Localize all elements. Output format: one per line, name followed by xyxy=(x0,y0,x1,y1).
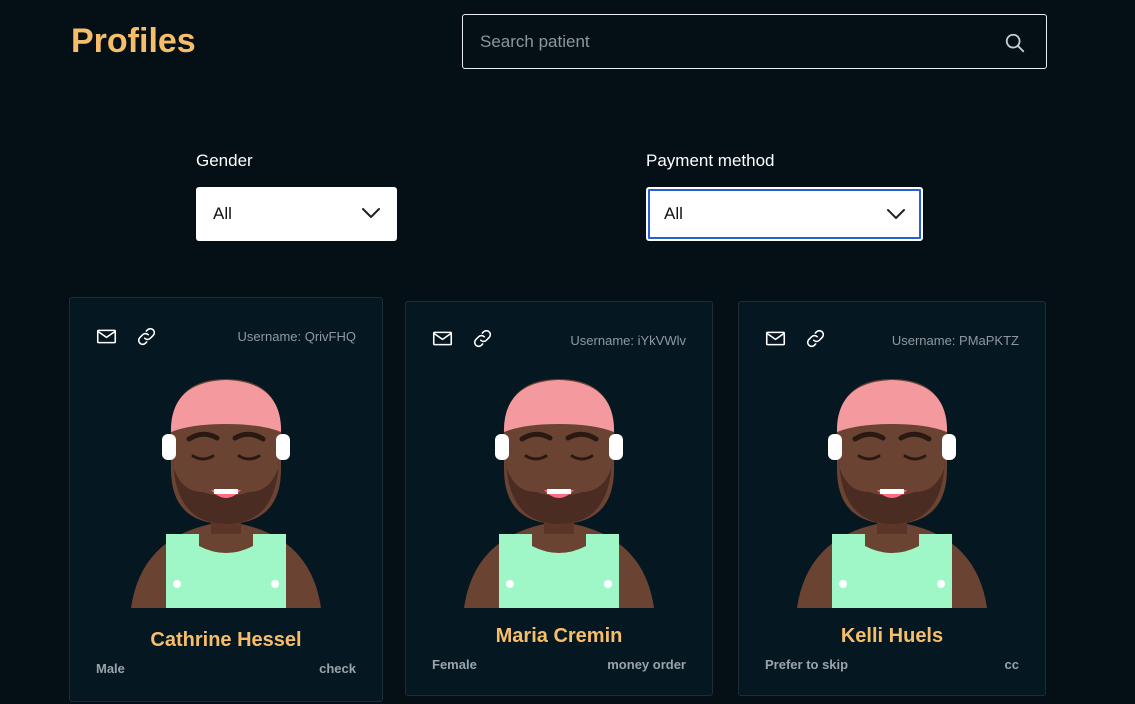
mail-icon[interactable] xyxy=(96,326,117,347)
patient-payment-method: check xyxy=(319,661,356,676)
card-actions xyxy=(96,326,157,347)
search-box[interactable] xyxy=(462,14,1047,69)
avatar-illustration xyxy=(131,379,321,608)
patient-gender: Prefer to skip xyxy=(765,657,849,672)
page-title: Profiles xyxy=(71,22,196,60)
link-icon[interactable] xyxy=(472,328,493,349)
patient-card[interactable]: Username: QrivFHQ Cathrine Hessel Male c… xyxy=(69,297,383,702)
link-icon[interactable] xyxy=(136,326,157,347)
chevron-down-icon xyxy=(362,208,380,218)
patient-payment-method: money order xyxy=(607,657,686,672)
payment-method-select[interactable]: All xyxy=(646,187,923,241)
search-input[interactable] xyxy=(463,15,1046,68)
payment-select-value: All xyxy=(664,204,683,223)
patient-name: Cathrine Hessel xyxy=(150,629,302,651)
mail-icon[interactable] xyxy=(432,328,453,349)
patient-username: Username: QrivFHQ xyxy=(237,329,356,344)
patient-payment-method: cc xyxy=(1004,657,1019,672)
card-actions xyxy=(432,328,493,349)
avatar-illustration xyxy=(464,379,654,608)
patient-username: Username: iYkVWlv xyxy=(570,333,686,348)
patient-card[interactable]: Username: PMaPKTZ Kelli Huels Prefer to … xyxy=(738,301,1046,696)
gender-select[interactable]: All xyxy=(196,187,397,241)
patient-name: Maria Cremin xyxy=(495,625,623,647)
gender-filter-label: Gender xyxy=(196,151,253,170)
card-actions xyxy=(765,328,826,349)
avatar-illustration xyxy=(797,379,987,608)
mail-icon[interactable] xyxy=(765,328,786,349)
patient-card[interactable]: Username: iYkVWlv Maria Cremin Female mo… xyxy=(405,301,713,696)
payment-filter-label: Payment method xyxy=(646,151,775,170)
patient-username: Username: PMaPKTZ xyxy=(891,333,1019,348)
page: Profiles Gender All Payment method All xyxy=(0,0,1135,704)
search-icon[interactable] xyxy=(1004,32,1026,54)
link-icon[interactable] xyxy=(805,328,826,349)
chevron-down-icon xyxy=(887,209,905,219)
patient-gender: Male xyxy=(96,661,125,676)
patient-gender: Female xyxy=(432,657,477,672)
gender-select-value: All xyxy=(213,204,232,223)
patient-name: Kelli Huels xyxy=(840,625,944,647)
